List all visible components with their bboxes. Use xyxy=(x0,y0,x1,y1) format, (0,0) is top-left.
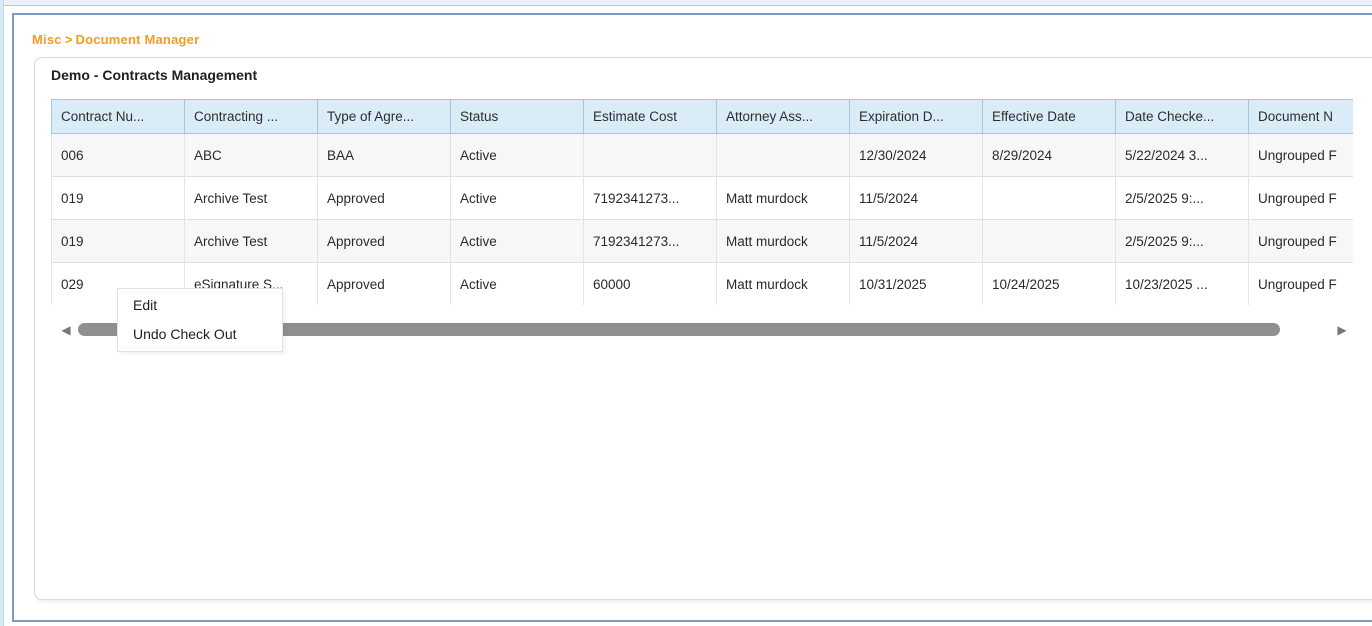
table-cell: BAA xyxy=(318,134,451,177)
table-cell: Matt murdock xyxy=(717,220,850,263)
table-body: 006ABCBAAActive12/30/20248/29/20245/22/2… xyxy=(52,134,1354,306)
table-cell: Ungrouped F xyxy=(1249,134,1354,177)
table-cell: Ungrouped F xyxy=(1249,220,1354,263)
table-cell: Approved xyxy=(318,220,451,263)
breadcrumb-separator: > xyxy=(65,32,73,47)
table-header-row: Contract Nu...Contracting ...Type of Agr… xyxy=(52,100,1354,134)
page-top-strip xyxy=(0,0,1372,6)
context-menu: EditUndo Check Out xyxy=(117,288,283,352)
table-row[interactable]: 019Archive TestApprovedActive7192341273.… xyxy=(52,177,1354,220)
table-cell xyxy=(983,177,1116,220)
table-cell: 8/29/2024 xyxy=(983,134,1116,177)
table-cell: Active xyxy=(451,263,584,306)
table-cell: Active xyxy=(451,134,584,177)
table-cell: Ungrouped F xyxy=(1249,177,1354,220)
table-cell: Ungrouped F xyxy=(1249,263,1354,306)
table-cell xyxy=(717,134,850,177)
table-cell: 019 xyxy=(52,177,185,220)
page-left-strip xyxy=(0,0,4,626)
column-header[interactable]: Date Checke... xyxy=(1116,100,1249,134)
column-header[interactable]: Effective Date xyxy=(983,100,1116,134)
table-cell: 006 xyxy=(52,134,185,177)
table-cell: 2/5/2025 9:... xyxy=(1116,177,1249,220)
table-cell: 7192341273... xyxy=(584,220,717,263)
table-cell: Approved xyxy=(318,177,451,220)
breadcrumb-misc-link[interactable]: Misc xyxy=(32,32,62,47)
scroll-right-icon[interactable]: ▶ xyxy=(1335,322,1349,338)
table-cell: Archive Test xyxy=(185,177,318,220)
table-cell: 11/5/2024 xyxy=(850,177,983,220)
table-cell xyxy=(983,220,1116,263)
table-cell: Matt murdock xyxy=(717,263,850,306)
breadcrumb-current[interactable]: Document Manager xyxy=(76,32,200,47)
table-cell: 10/31/2025 xyxy=(850,263,983,306)
table-cell: 10/24/2025 xyxy=(983,263,1116,306)
table-cell: 2/5/2025 9:... xyxy=(1116,220,1249,263)
column-header[interactable]: Estimate Cost xyxy=(584,100,717,134)
table-cell: 5/22/2024 3... xyxy=(1116,134,1249,177)
column-header[interactable]: Attorney Ass... xyxy=(717,100,850,134)
table-cell: Archive Test xyxy=(185,220,318,263)
scroll-left-icon[interactable]: ◀ xyxy=(59,322,73,338)
table-cell: 019 xyxy=(52,220,185,263)
table-cell: Active xyxy=(451,220,584,263)
contracts-table-viewport: Contract Nu...Contracting ...Type of Agr… xyxy=(51,99,1353,305)
column-header[interactable]: Contracting ... xyxy=(185,100,318,134)
table-cell: Approved xyxy=(318,263,451,306)
table-cell: Matt murdock xyxy=(717,177,850,220)
column-header[interactable]: Document N xyxy=(1249,100,1354,134)
table-cell: ABC xyxy=(185,134,318,177)
column-header[interactable]: Status xyxy=(451,100,584,134)
table-row[interactable]: 006ABCBAAActive 12/30/20248/29/20245/22/2… xyxy=(52,134,1354,177)
table-cell: 60000 xyxy=(584,263,717,306)
table-cell xyxy=(584,134,717,177)
table-cell: 7192341273... xyxy=(584,177,717,220)
table-cell: 10/23/2025 ... xyxy=(1116,263,1249,306)
contracts-table: Contract Nu...Contracting ...Type of Agr… xyxy=(51,99,1353,305)
context-menu-item[interactable]: Undo Check Out xyxy=(118,320,282,349)
table-cell: 12/30/2024 xyxy=(850,134,983,177)
breadcrumb: Misc>Document Manager xyxy=(32,32,202,47)
column-header[interactable]: Contract Nu... xyxy=(52,100,185,134)
table-cell: Active xyxy=(451,177,584,220)
table-row[interactable]: 019Archive TestApprovedActive7192341273.… xyxy=(52,220,1354,263)
column-header[interactable]: Type of Agre... xyxy=(318,100,451,134)
table-cell: 11/5/2024 xyxy=(850,220,983,263)
context-menu-item[interactable]: Edit xyxy=(118,291,282,320)
page-title: Demo - Contracts Management xyxy=(51,67,257,83)
column-header[interactable]: Expiration D... xyxy=(850,100,983,134)
